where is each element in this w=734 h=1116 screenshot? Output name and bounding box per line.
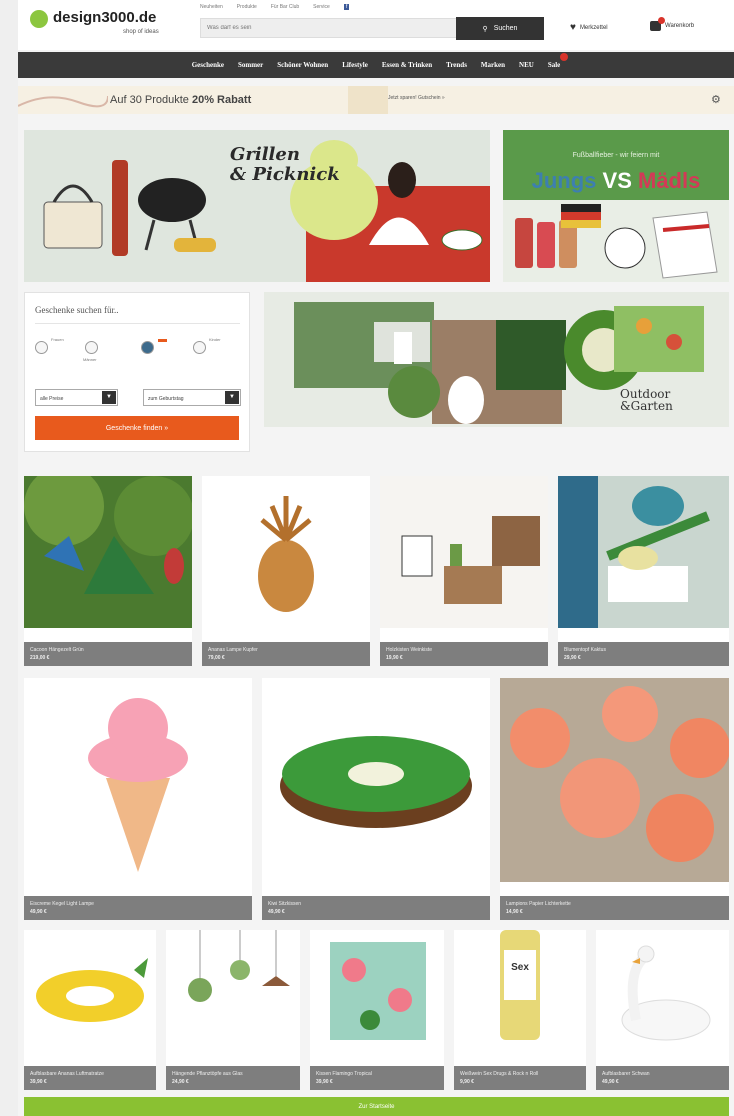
gear-icon[interactable]: ⚙	[711, 93, 721, 106]
occasion-select[interactable]: zum Geburtstag ▼	[143, 389, 241, 406]
product-card[interactable]: Kissen Flamingo Tropical 39,90 €	[310, 930, 444, 1090]
toplink-bar[interactable]: Für Bar Club	[271, 4, 299, 10]
nav-lifestyle[interactable]: Lifestyle	[342, 61, 368, 69]
facebook-icon[interactable]: f	[343, 4, 350, 10]
radio-selected[interactable]	[141, 341, 154, 354]
product-caption: Lampions Papier Lichterkette 14,90 €	[500, 896, 729, 920]
nav-trends[interactable]: Trends	[446, 61, 467, 69]
chevron-down-icon: ▼	[102, 391, 116, 404]
radio-women[interactable]	[35, 341, 48, 354]
product-caption: Weißwein Sex Drugs & Rock n Roll 9,90 €	[454, 1066, 586, 1090]
product-card[interactable]: Sex Weißwein Sex Drugs & Rock n Roll 9,9…	[454, 930, 586, 1090]
banner-football-title: Jungs VS Mädls	[531, 168, 701, 193]
nav-geschenke[interactable]: Geschenke	[192, 61, 224, 69]
heart-deco-icon	[158, 339, 167, 342]
product-image	[24, 930, 156, 1052]
search-button[interactable]: ⚲ Suchen	[456, 17, 544, 40]
product-image	[24, 476, 192, 628]
product-caption: Blumentopf Kaktus 29,90 €	[558, 642, 729, 666]
product-caption: Kiwi Sitzkissen 49,90 €	[262, 896, 490, 920]
product-image	[166, 930, 300, 1052]
main-nav: Geschenke Sommer Schöner Wohnen Lifestyl…	[18, 52, 734, 78]
product-card[interactable]: Eiscreme Kegel Light Lampe 49,90 €	[24, 678, 252, 920]
toplink-new[interactable]: Neuheiten	[200, 4, 223, 10]
product-image	[596, 930, 729, 1052]
product-caption: Eiscreme Kegel Light Lampe 49,90 €	[24, 896, 252, 920]
product-image	[500, 678, 729, 882]
product-caption: Aufblasbare Ananas Luftmatratze 39,90 €	[24, 1066, 156, 1090]
footer-green-button[interactable]: Zur Startseite	[24, 1097, 729, 1116]
nav-schoener-wohnen[interactable]: Schöner Wohnen	[277, 61, 328, 69]
nav-sale[interactable]: Sale	[548, 53, 569, 69]
promo-image	[348, 86, 388, 114]
radio-kids[interactable]	[193, 341, 206, 354]
product-card[interactable]: Blumentopf Kaktus 29,90 €	[558, 476, 729, 666]
product-card[interactable]: Aufblasbarer Schwan 49,90 €	[596, 930, 729, 1090]
promo-bar[interactable]: Auf 30 Produkte 20% Rabatt Jetzt sparen!…	[18, 86, 734, 114]
cart-link[interactable]: Warenkorb	[650, 17, 694, 31]
product-card[interactable]: Holzkisten Weinkiste 19,90 €	[380, 476, 548, 666]
chevron-down-icon: ▼	[225, 391, 239, 404]
banner-jungs-vs-madls[interactable]: Fußballfieber - wir feiern mit Jungs VS …	[503, 130, 729, 282]
wishlist-link[interactable]: ♥ Merkzettel	[570, 22, 608, 33]
radio-men[interactable]	[85, 341, 98, 354]
product-image	[202, 476, 370, 628]
svg-text:Sex: Sex	[511, 962, 529, 973]
banner-football-subtitle: Fußballfieber - wir feiern mit	[572, 152, 660, 159]
toplink-products[interactable]: Produkte	[237, 4, 257, 10]
promo-text: Auf 30 Produkte 20% Rabatt	[110, 94, 252, 106]
nav-sommer[interactable]: Sommer	[238, 61, 263, 69]
ribbon-decoration	[18, 95, 108, 108]
divider	[35, 323, 240, 324]
radio-kids-label: Kinder	[209, 337, 221, 342]
product-image	[24, 678, 252, 882]
nav-neu[interactable]: NEU	[519, 61, 534, 69]
header: design3000.de shop of ideas Neuheiten Pr…	[18, 0, 734, 50]
product-caption: Holzkisten Weinkiste 19,90 €	[380, 642, 548, 666]
logo-tagline: shop of ideas	[123, 29, 159, 35]
promo-link[interactable]: Jetzt sparen! Gutschein »	[388, 95, 445, 101]
gift-finder-title: Geschenke suchen für..	[35, 305, 119, 315]
product-image: Sex	[454, 930, 586, 1052]
nav-marken[interactable]: Marken	[481, 61, 505, 69]
product-card[interactable]: Ananas Lampe Kupfer 79,00 €	[202, 476, 370, 666]
top-links: Neuheiten Produkte Für Bar Club Service …	[200, 4, 350, 10]
logo[interactable]: design3000.de	[53, 9, 156, 26]
product-image	[380, 476, 548, 628]
shopping-bag-icon	[650, 17, 665, 31]
banner-football-products	[503, 200, 729, 282]
product-caption: Hängende Pflanztöpfe aus Glas 24,90 €	[166, 1066, 300, 1090]
toplink-service[interactable]: Service	[313, 4, 330, 10]
logo-icon[interactable]	[30, 10, 48, 28]
product-card[interactable]: Cacoon Hängezelt Grün 219,00 €	[24, 476, 192, 666]
heart-icon: ♥	[570, 22, 576, 33]
radio-men-label: Männer	[83, 357, 97, 362]
product-image	[262, 678, 490, 882]
product-caption: Aufblasbarer Schwan 49,90 €	[596, 1066, 729, 1090]
gift-finder: Geschenke suchen für.. Frauen Männer Kin…	[24, 292, 250, 452]
radio-women-label: Frauen	[51, 337, 64, 342]
product-image	[558, 476, 729, 628]
banner-grill-title: Grillen & Picknick	[230, 144, 340, 185]
banner-outdoor-garten[interactable]: Outdoor &Garten	[264, 292, 729, 427]
find-gifts-button[interactable]: Geschenke finden »	[35, 416, 239, 440]
banner-grill-picknick[interactable]: Grillen & Picknick	[24, 130, 490, 282]
product-caption: Cacoon Hängezelt Grün 219,00 €	[24, 642, 192, 666]
banner-outdoor-title: Outdoor &Garten	[620, 387, 673, 413]
product-card[interactable]: Kiwi Sitzkissen 49,90 €	[262, 678, 490, 920]
product-caption: Ananas Lampe Kupfer 79,00 €	[202, 642, 370, 666]
product-card[interactable]: Lampions Papier Lichterkette 14,90 €	[500, 678, 729, 920]
price-select[interactable]: alle Preise ▼	[35, 389, 118, 406]
product-card[interactable]: Aufblasbare Ananas Luftmatratze 39,90 €	[24, 930, 156, 1090]
product-image	[310, 930, 444, 1052]
sale-badge	[560, 53, 569, 61]
search-input[interactable]	[200, 18, 472, 38]
product-card[interactable]: Hängende Pflanztöpfe aus Glas 24,90 €	[166, 930, 300, 1090]
search-icon: ⚲	[482, 25, 488, 33]
nav-essen-trinken[interactable]: Essen & Trinken	[382, 61, 432, 69]
cart-badge	[658, 17, 665, 24]
page: design3000.de shop of ideas Neuheiten Pr…	[18, 0, 734, 1116]
product-caption: Kissen Flamingo Tropical 39,90 €	[310, 1066, 444, 1090]
